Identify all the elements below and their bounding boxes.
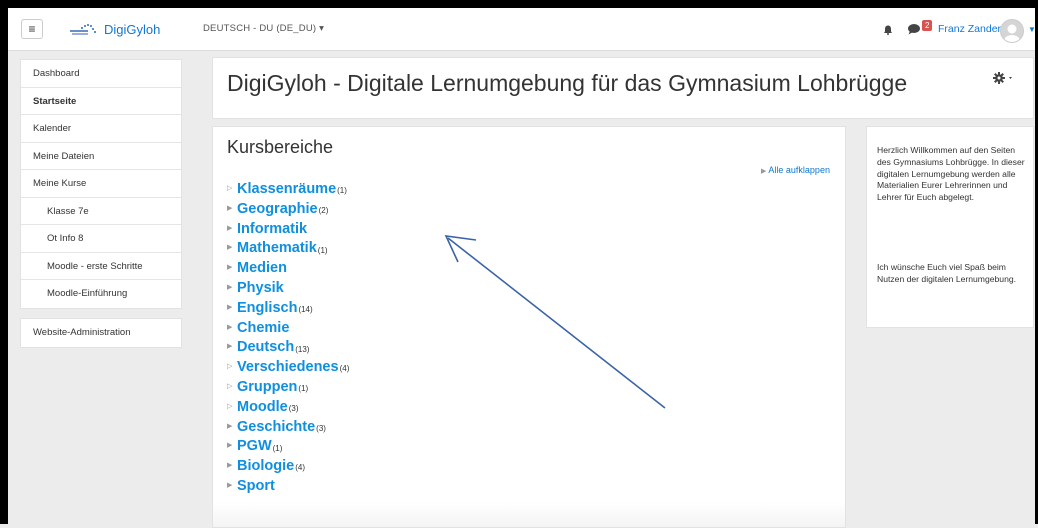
user-silhouette-icon [1004,24,1020,42]
category-item[interactable]: ▶ Deutsch(13) [227,337,349,357]
section-title: Kursbereiche [227,137,334,157]
brand-link[interactable]: DigiGyloh [104,22,160,37]
category-item[interactable]: ▷ Moodle(3) [227,397,349,417]
collapsed-triangle-icon[interactable]: ▷ [227,377,237,397]
nav-course-moodle-einfuehrung[interactable]: Moodle-Einführung [21,280,181,308]
category-item[interactable]: ▶ Englisch(14) [227,298,349,318]
nav-course-moodle-erste-schritte[interactable]: Moodle - erste Schritte [21,253,181,280]
category-item[interactable]: ▶ Geschichte(3) [227,417,349,437]
language-menu[interactable]: DEUTSCH - DU (DE_DU) ▾ [203,23,324,34]
admin-block: Website-Administration [20,318,182,348]
category-item[interactable]: ▶ Mathematik(1) [227,238,349,258]
nav-startseite[interactable]: Startseite [21,88,181,115]
nav-dashboard[interactable]: Dashboard [21,60,181,88]
course-categories-block: Kursbereiche ▶ Alle aufklappen ▷ Klassenr… [212,126,846,528]
hamburger-icon[interactable]: ≡ [21,19,43,39]
collapsed-triangle-icon[interactable]: ▷ [227,397,237,417]
category-list: ▷ Klassenräume(1) ▶ Geographie(2) ▶ Informa… [227,179,349,496]
bell-icon[interactable] [883,25,893,35]
category-item[interactable]: ▶ Sport [227,476,349,496]
triangle-right-icon[interactable]: ▶ [227,258,237,278]
category-item[interactable]: ▶ Medien [227,258,349,278]
welcome-block: Herzlich Willkommen auf den Seiten des G… [866,126,1034,328]
category-item[interactable]: ▶ Chemie [227,318,349,338]
welcome-text: Herzlich Willkommen auf den Seiten des G… [877,145,1025,203]
triangle-right-icon[interactable]: ▶ [227,318,237,338]
expand-all-link[interactable]: ▶ Alle aufklappen [761,165,830,175]
nav-course-klasse-7e[interactable]: Klasse 7e [21,198,181,225]
triangle-right-icon[interactable]: ▶ [227,476,237,496]
category-item[interactable]: ▶ Physik [227,278,349,298]
navigation-block: Dashboard Startseite Kalender Meine Date… [20,59,182,309]
triangle-right-icon: ▶ [761,168,767,175]
triangle-right-icon[interactable]: ▶ [227,417,237,437]
scroll-fade [213,502,845,527]
triangle-right-icon[interactable]: ▶ [227,337,237,357]
nav-course-ot-info-8[interactable]: Ot Info 8 [21,225,181,253]
category-item[interactable]: ▷ Verschiedenes(4) [227,357,349,377]
nav-meine-kurse[interactable]: Meine Kurse [21,170,181,198]
gear-icon[interactable] [993,72,1015,84]
school-logo[interactable] [68,21,98,37]
category-item[interactable]: ▶ Geographie(2) [227,199,349,219]
message-count-badge: 2 [922,20,933,31]
top-navbar: ≡ DigiGyloh DEUTSCH - DU (DE_DU) ▾ 2 Fra… [8,8,1036,51]
triangle-right-icon[interactable]: ▶ [227,219,237,239]
triangle-right-icon[interactable]: ▶ [227,298,237,318]
chevron-down-icon[interactable]: ▼ [1028,25,1036,34]
wish-text: Ich wünsche Euch viel Spaß beim Nutzen d… [877,262,1017,284]
collapsed-triangle-icon[interactable]: ▷ [227,357,237,377]
triangle-right-icon[interactable]: ▶ [227,278,237,298]
triangle-right-icon[interactable]: ▶ [227,436,237,456]
avatar[interactable] [1000,19,1024,43]
nav-kalender[interactable]: Kalender [21,115,181,143]
triangle-right-icon[interactable]: ▶ [227,199,237,219]
category-item[interactable]: ▷ Gruppen(1) [227,377,349,397]
collapsed-triangle-icon[interactable]: ▷ [227,179,237,199]
user-name[interactable]: Franz Zander [938,23,1001,35]
category-item[interactable]: ▶ Informatik [227,219,349,239]
chat-icon[interactable] [907,23,921,35]
category-item[interactable]: ▶ PGW(1) [227,436,349,456]
nav-website-administration[interactable]: Website-Administration [21,319,181,347]
triangle-right-icon[interactable]: ▶ [227,238,237,258]
category-item[interactable]: ▷ Klassenräume(1) [227,179,349,199]
nav-meine-dateien[interactable]: Meine Dateien [21,143,181,170]
page-header: DigiGyloh - Digitale Lernumgebung für da… [212,57,1034,119]
page-title: DigiGyloh - Digitale Lernumgebung für da… [227,70,908,96]
triangle-right-icon[interactable]: ▶ [227,456,237,476]
category-item[interactable]: ▶ Biologie(4) [227,456,349,476]
